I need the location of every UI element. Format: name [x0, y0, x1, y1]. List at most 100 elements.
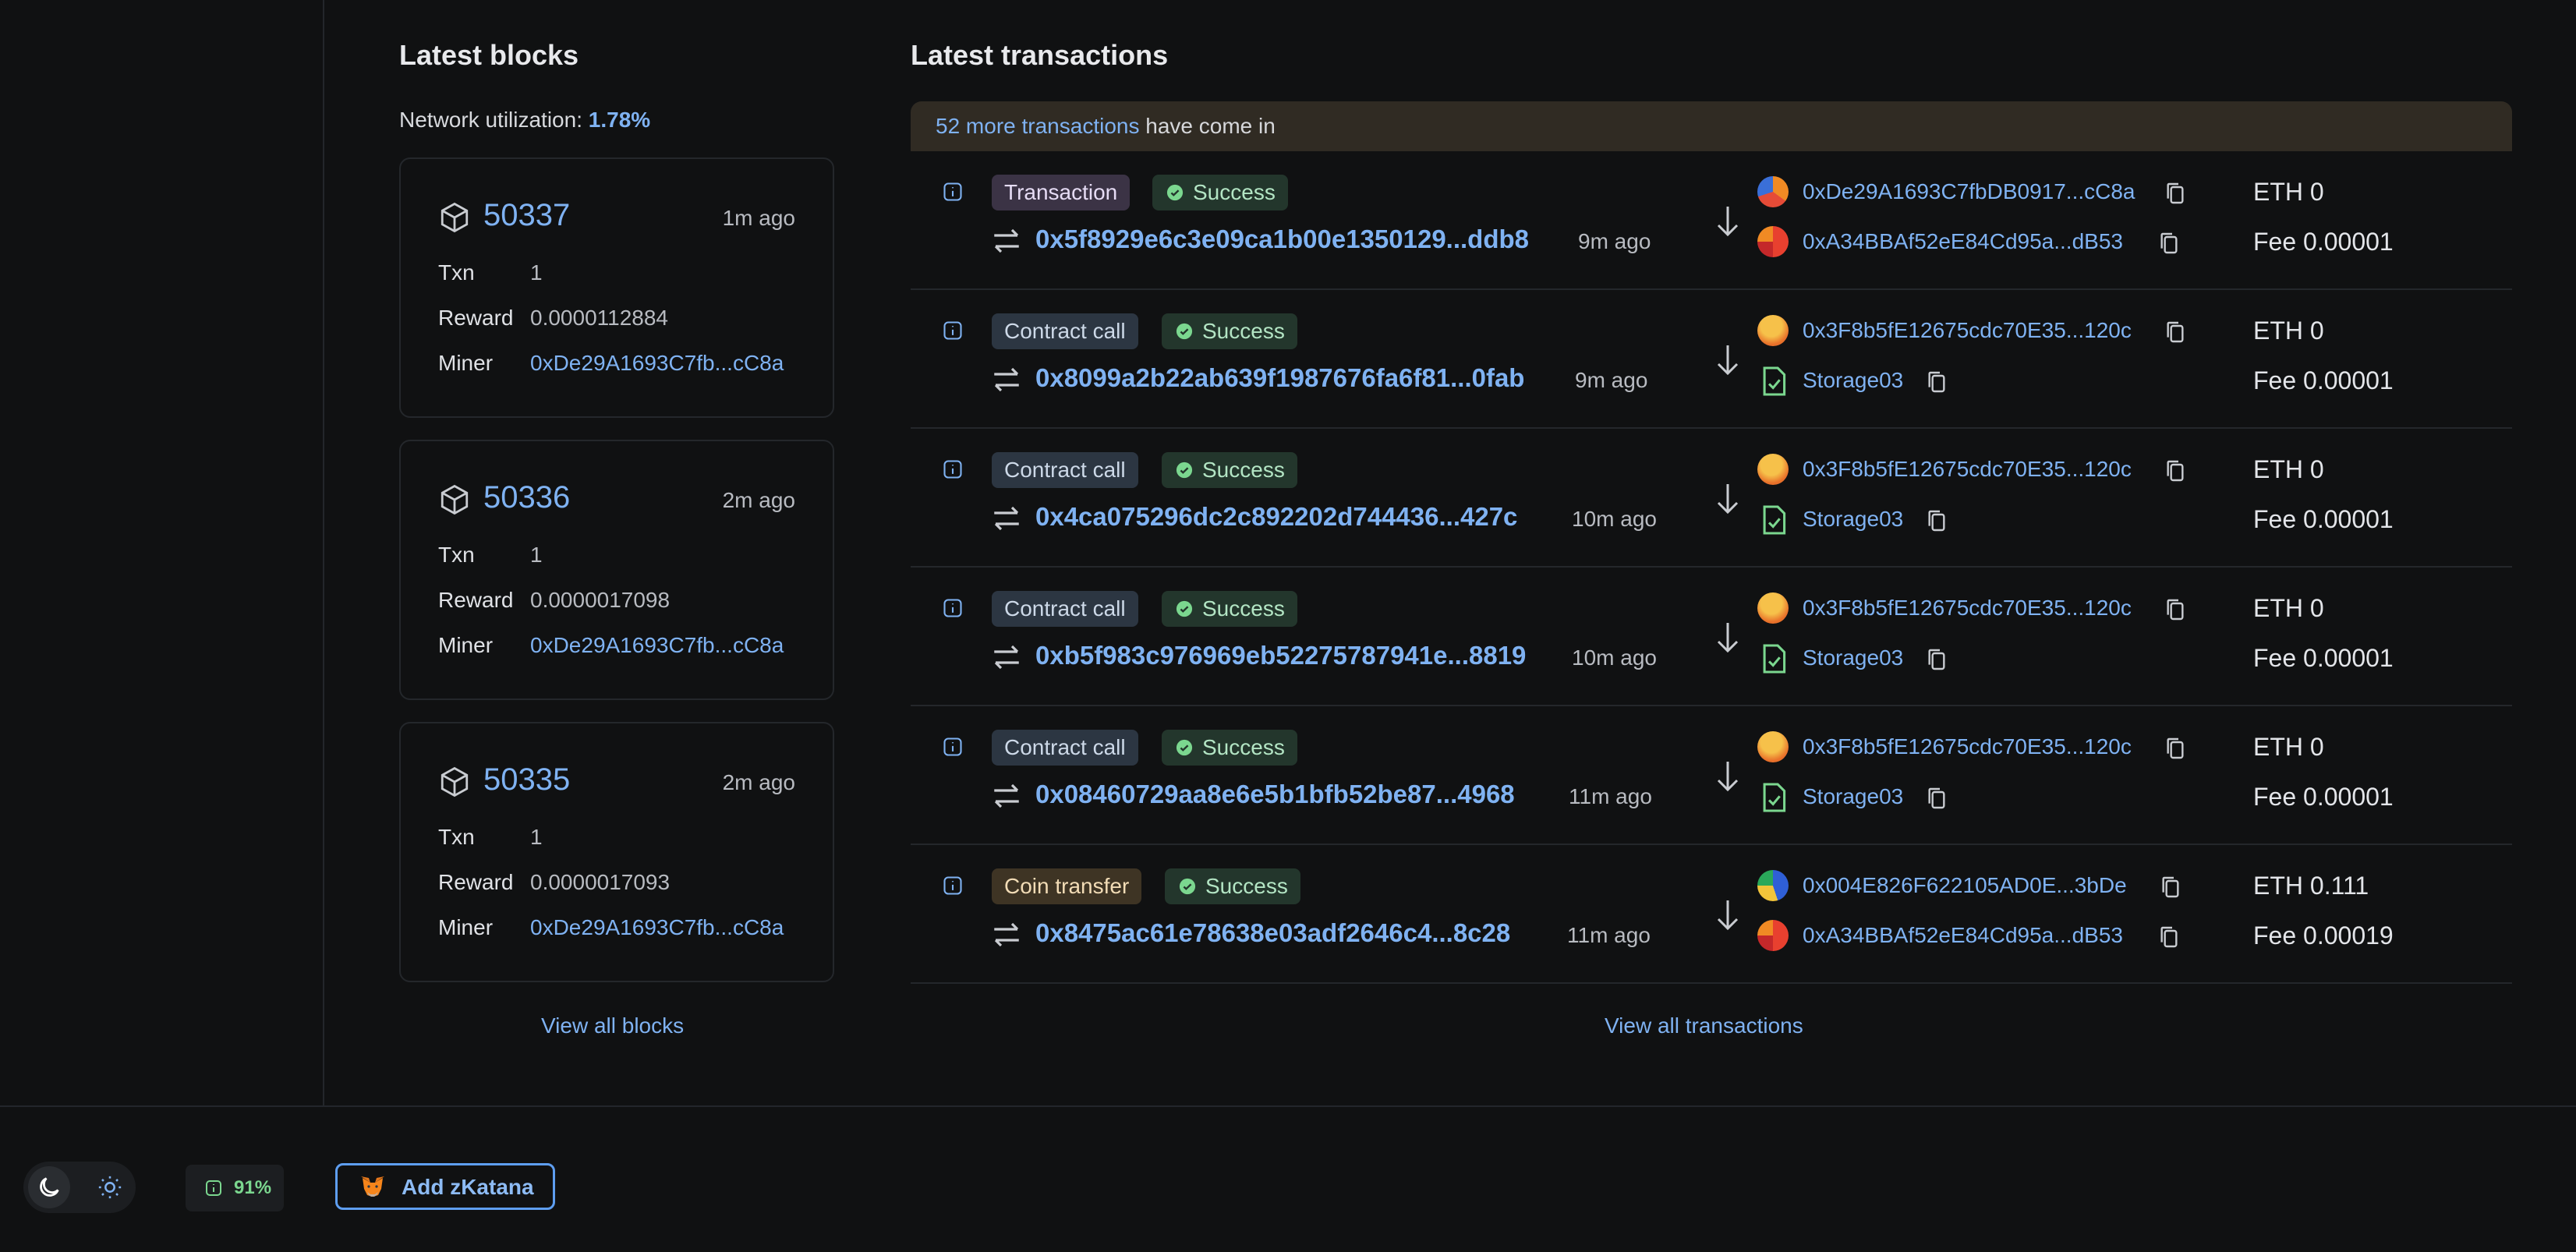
sun-icon[interactable]: [97, 1174, 123, 1201]
to-contract-link[interactable]: Storage03: [1803, 645, 1903, 670]
eth-value: ETH 0: [2253, 733, 2324, 761]
reward-label: Reward: [438, 870, 514, 894]
to-avatar: [1757, 226, 1789, 257]
from-address-link[interactable]: 0x3F8b5fE12675cdc70E35...120c: [1803, 318, 2132, 343]
from-avatar: [1757, 176, 1789, 207]
reward-label: Reward: [438, 588, 514, 612]
txn-value: 1: [530, 543, 543, 567]
network-utilization-label: Network utilization:: [399, 108, 582, 132]
copy-icon[interactable]: [1926, 786, 1948, 811]
tx-type-badge: Contract call: [992, 730, 1138, 766]
miner-address-link[interactable]: 0xDe29A1693C7fb...cC8a: [530, 915, 784, 940]
status-text: Success: [1193, 180, 1276, 204]
banner-text: 52 more transactions have come in: [936, 114, 1276, 139]
eth-value: ETH 0: [2253, 317, 2324, 345]
to-address-link[interactable]: 0xA34BBAf52eE84Cd95a...dB53: [1803, 923, 2123, 948]
copy-icon[interactable]: [1926, 370, 1948, 394]
info-icon[interactable]: [942, 458, 964, 480]
fee-value: Fee 0.00001: [2253, 228, 2394, 256]
network-gauge[interactable]: 91%: [186, 1165, 284, 1211]
to-address-link[interactable]: 0xA34BBAf52eE84Cd95a...dB53: [1803, 229, 2123, 254]
tx-age: 9m ago: [1575, 368, 1648, 392]
theme-toggle[interactable]: [23, 1162, 136, 1213]
new-transactions-banner: 52 more transactions have come in: [911, 101, 2512, 151]
contract-document-icon: [1763, 783, 1786, 812]
status-badge: Success: [1165, 868, 1300, 904]
add-network-button[interactable]: Add zKatana: [335, 1163, 555, 1210]
info-icon[interactable]: [942, 597, 964, 619]
transaction-row: Contract call Success 0x4ca075296dc2c892…: [911, 429, 2512, 568]
to-contract-link[interactable]: Storage03: [1803, 368, 1903, 393]
copy-icon[interactable]: [2164, 320, 2186, 345]
txn-value: 1: [530, 260, 543, 285]
tx-hash-link[interactable]: 0x8475ac61e78638e03adf2646c4...8c28: [1035, 918, 1558, 948]
copy-icon[interactable]: [2164, 181, 2186, 206]
tx-type-badge: Coin transfer: [992, 868, 1142, 904]
status-badge: Success: [1162, 730, 1297, 766]
tx-type-badge: Contract call: [992, 313, 1138, 349]
swap-arrows-icon: [994, 367, 1019, 392]
info-icon[interactable]: [942, 320, 964, 341]
fee-value: Fee 0.00001: [2253, 505, 2394, 533]
tx-hash-link[interactable]: 0x4ca075296dc2c892202d744436...427c: [1035, 502, 1562, 532]
tx-type-badge: Contract call: [992, 591, 1138, 627]
copy-icon[interactable]: [2160, 875, 2181, 900]
from-address-link[interactable]: 0x004E826F622105AD0E...3bDe: [1803, 873, 2127, 898]
block-age: 2m ago: [722, 488, 795, 512]
to-contract-link[interactable]: Storage03: [1803, 507, 1903, 532]
from-address-link[interactable]: 0xDe29A1693C7fbDB0917...cC8a: [1803, 179, 2135, 204]
info-icon[interactable]: [942, 875, 964, 897]
more-transactions-link[interactable]: 52 more transactions: [936, 114, 1139, 138]
block-number-link[interactable]: 50336: [483, 480, 570, 515]
miner-address-link[interactable]: 0xDe29A1693C7fb...cC8a: [530, 633, 784, 658]
view-all-blocks-link[interactable]: View all blocks: [541, 1013, 684, 1038]
from-avatar: [1757, 870, 1789, 901]
contract-document-icon: [1763, 366, 1786, 396]
from-address-link[interactable]: 0x3F8b5fE12675cdc70E35...120c: [1803, 734, 2132, 759]
sidebar: [0, 0, 324, 1105]
copy-icon[interactable]: [2158, 231, 2180, 256]
tx-age: 11m ago: [1567, 923, 1651, 947]
status-badge: Success: [1152, 175, 1288, 210]
miner-label: Miner: [438, 915, 494, 939]
copy-icon[interactable]: [2164, 736, 2186, 761]
swap-arrows-icon: [994, 922, 1019, 947]
eth-value: ETH 0: [2253, 178, 2324, 206]
info-icon[interactable]: [942, 181, 964, 203]
tx-hash-link[interactable]: 0xb5f983c976969eb52275787941e...8819: [1035, 641, 1559, 670]
tx-hash-link[interactable]: 0x8099a2b22ab639f1987676fa6f81...0fab: [1035, 363, 1562, 393]
transaction-row: Transaction Success 0x5f8929e6c3e09ca1b0…: [911, 151, 2512, 290]
transaction-row: Coin transfer Success 0x8475ac61e78638e0…: [911, 845, 2512, 984]
tx-hash-link[interactable]: 0x5f8929e6c3e09ca1b00e1350129...ddb8: [1035, 225, 1542, 254]
view-all-transactions-link[interactable]: View all transactions: [1605, 1013, 1803, 1038]
block-number-link[interactable]: 50335: [483, 762, 570, 798]
gauge-value: 91%: [234, 1177, 272, 1198]
metamask-fox-icon: [361, 1176, 384, 1197]
tx-hash-link[interactable]: 0x08460729aa8e6e5b1bfb52be87...4968: [1035, 780, 1558, 809]
copy-icon[interactable]: [2158, 925, 2180, 950]
status-badge: Success: [1162, 452, 1297, 488]
status-text: Success: [1202, 458, 1285, 482]
block-age: 1m ago: [722, 206, 795, 230]
status-badge: Success: [1162, 591, 1297, 627]
block-number-link[interactable]: 50337: [483, 198, 570, 233]
fee-value: Fee 0.00001: [2253, 783, 2394, 811]
miner-address-link[interactable]: 0xDe29A1693C7fb...cC8a: [530, 351, 784, 376]
cube-icon: [441, 766, 469, 798]
copy-icon[interactable]: [2164, 458, 2186, 483]
to-contract-link[interactable]: Storage03: [1803, 784, 1903, 809]
status-text: Success: [1202, 596, 1285, 621]
copy-icon[interactable]: [1926, 647, 1948, 672]
dark-mode-button[interactable]: [28, 1166, 70, 1208]
copy-icon[interactable]: [2164, 597, 2186, 622]
copy-icon[interactable]: [1926, 508, 1948, 533]
check-circle-icon: [1179, 878, 1196, 895]
from-avatar: [1757, 592, 1789, 624]
info-icon[interactable]: [942, 736, 964, 758]
arrow-down-icon: [1717, 762, 1739, 792]
from-address-link[interactable]: 0x3F8b5fE12675cdc70E35...120c: [1803, 457, 2132, 482]
arrow-down-icon: [1717, 207, 1739, 237]
transaction-row: Contract call Success 0x08460729aa8e6e5b…: [911, 706, 2512, 845]
info-icon: [206, 1180, 221, 1196]
from-address-link[interactable]: 0x3F8b5fE12675cdc70E35...120c: [1803, 596, 2132, 621]
